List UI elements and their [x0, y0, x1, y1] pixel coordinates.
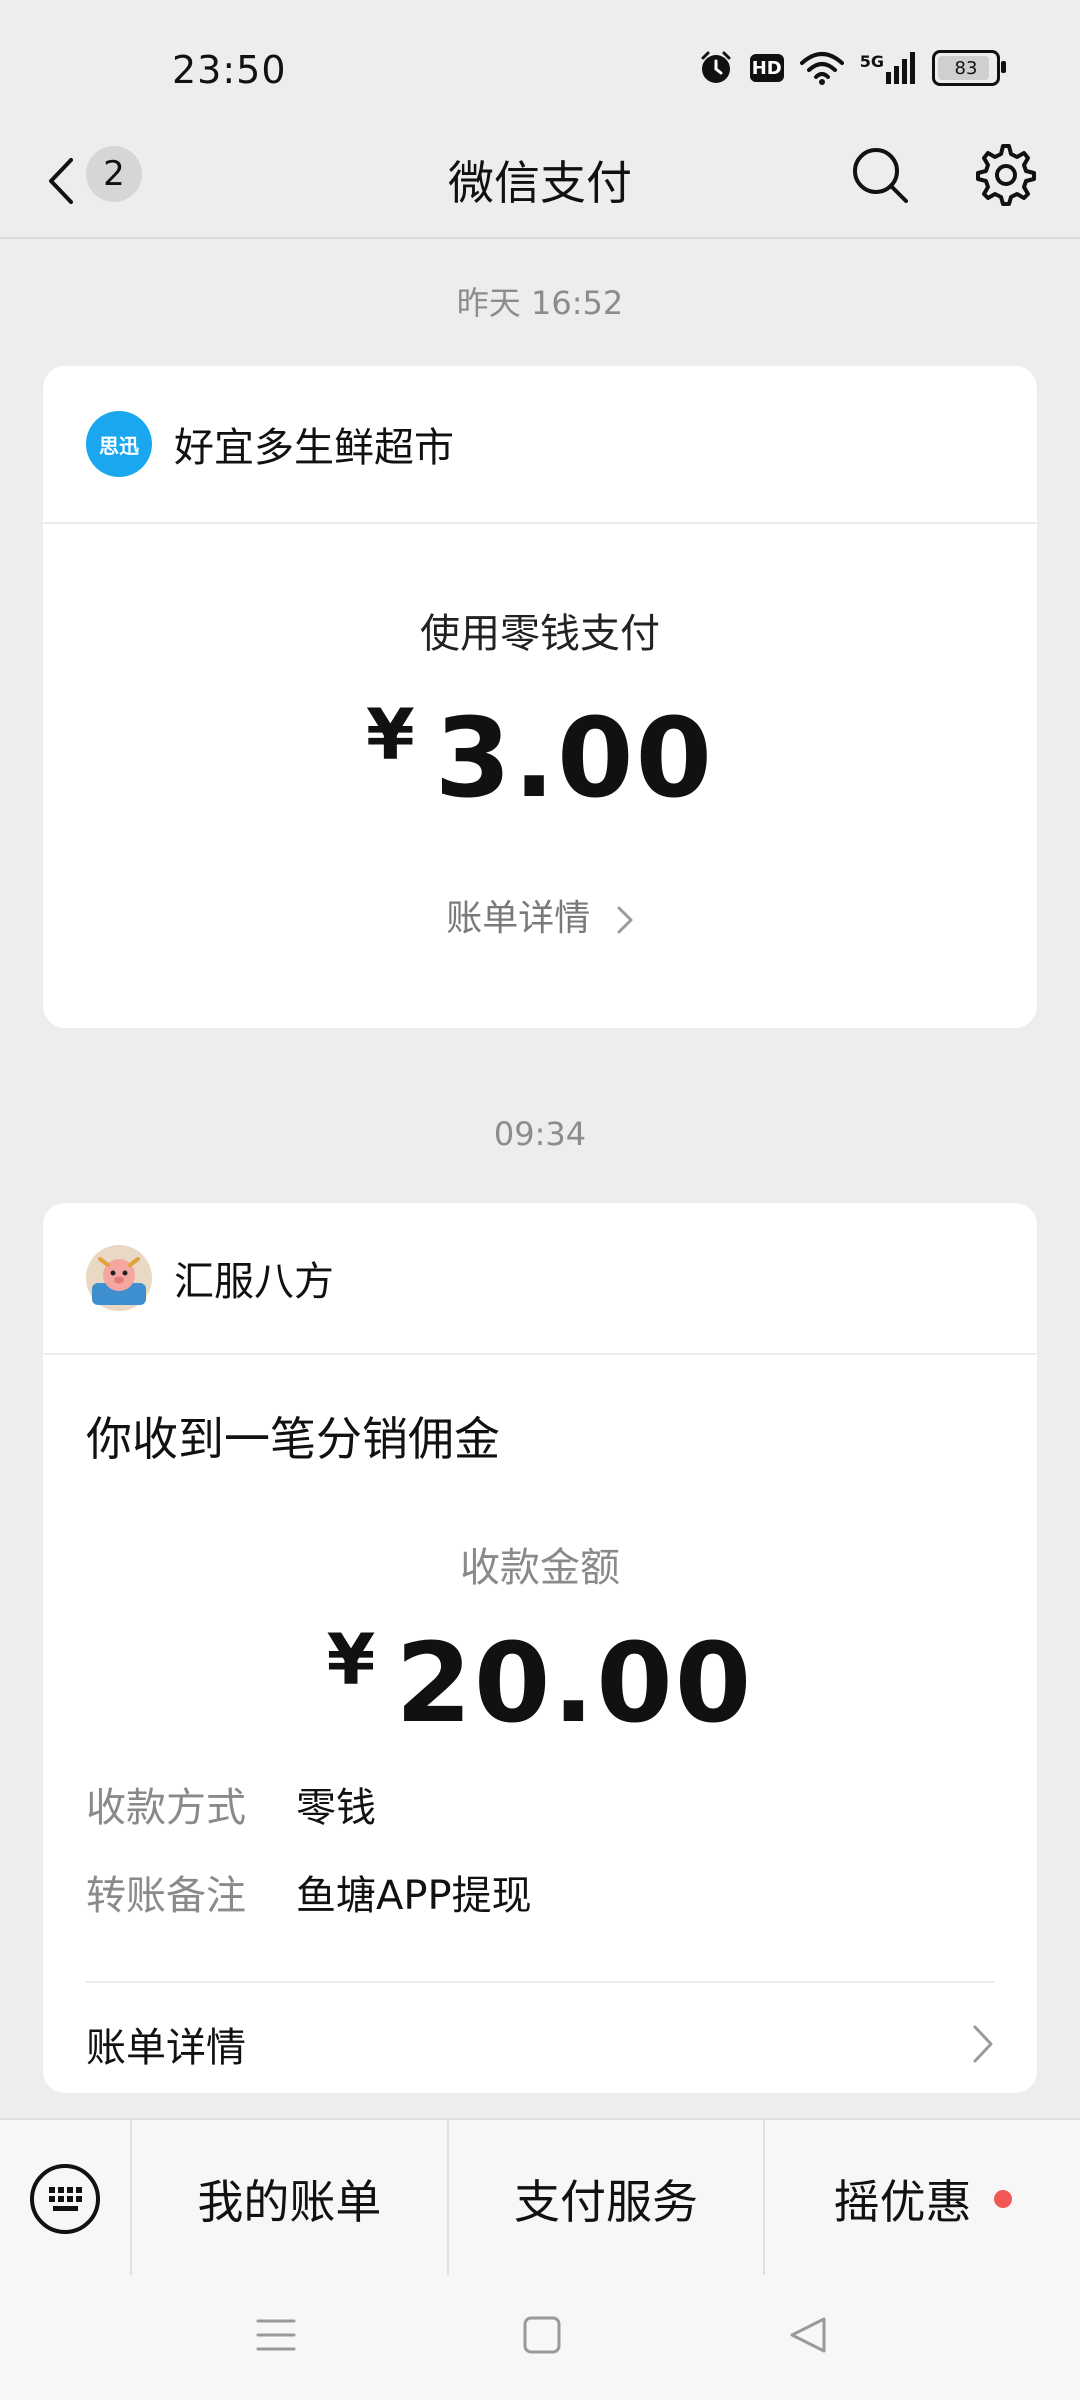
received-amount: ¥20.00: [43, 1619, 1037, 1747]
wifi-icon: [799, 51, 844, 85]
bill-detail-link[interactable]: 账单详情: [43, 889, 1037, 941]
page-title: 微信支付: [448, 156, 632, 210]
status-icons: HD 5G 83: [698, 50, 1006, 86]
search-button[interactable]: [848, 143, 912, 211]
gear-icon: [976, 144, 1036, 206]
nav-bar: 2 微信支付: [0, 125, 1080, 239]
commission-card[interactable]: 汇服八方 你收到一笔分销佣金 收款金额 ¥20.00 收款方式 零钱 转账备注 …: [43, 1203, 1037, 2093]
bottom-menu: 我的账单 支付服务 摇优惠: [0, 2118, 1080, 2277]
bill-detail-link[interactable]: 账单详情: [86, 2015, 994, 2073]
merchant-logo: 思迅: [86, 411, 152, 477]
keyboard-icon: [30, 2163, 100, 2234]
bill-detail-label: 账单详情: [86, 2025, 246, 2071]
card-header: 汇服八方: [43, 1203, 1037, 1355]
menu-label: 我的账单: [197, 2174, 382, 2229]
menu-label: 摇优惠: [833, 2174, 972, 2229]
detail-row-remark: 转账备注 鱼塘APP提现: [86, 1863, 532, 1921]
payment-card[interactable]: 思迅 好宜多生鲜超市 使用零钱支付 ¥3.00 账单详情: [43, 366, 1037, 1028]
back-triangle-icon: [790, 2317, 826, 2353]
settings-button[interactable]: [974, 143, 1038, 211]
card-body: 使用零钱支付 ¥3.00 账单详情: [43, 524, 1037, 1028]
search-icon: [853, 148, 908, 203]
menu-my-bills[interactable]: 我的账单: [132, 2120, 449, 2277]
receive-amount-label: 收款金额: [460, 1545, 620, 1591]
hd-icon: HD: [749, 54, 784, 82]
status-time: 23:50: [172, 48, 287, 92]
divider: [86, 1981, 994, 1983]
merchant-name: 好宜多生鲜超市: [174, 425, 454, 471]
amount-value: 20.00: [395, 1619, 754, 1747]
menu-payment-services[interactable]: 支付服务: [449, 2120, 766, 2277]
status-bar: 23:50 HD 5G 83: [0, 0, 1080, 140]
network-label: 5G: [859, 52, 884, 71]
bill-detail-label: 账单详情: [446, 898, 591, 939]
cartoon-avatar-icon: [86, 1245, 152, 1311]
signal-icon: 5G: [860, 52, 916, 84]
battery-text: 83: [954, 57, 978, 79]
card-body: 你收到一笔分销佣金 收款金额 ¥20.00 收款方式 零钱 转账备注 鱼塘APP…: [43, 1355, 1037, 2085]
merchant-avatar: [86, 1245, 152, 1311]
timestamp: 09:34: [493, 1115, 587, 1153]
detail-value: 零钱: [296, 1785, 376, 1831]
menu-icon: [256, 2319, 296, 2351]
system-nav-bar: [0, 2275, 1080, 2400]
amount-value: 3.00: [434, 694, 715, 822]
merchant-logo-text: 思迅: [99, 433, 139, 458]
home-square-icon: [523, 2316, 561, 2354]
merchant-name: 汇服八方: [174, 1259, 334, 1305]
system-menu-button[interactable]: [256, 2315, 296, 2359]
notice-title: 你收到一笔分销佣金: [86, 1412, 500, 1466]
payment-amount: ¥3.00: [43, 694, 1037, 822]
detail-value: 鱼塘APP提现: [296, 1873, 532, 1919]
timestamp: 昨天 16:52: [456, 284, 624, 322]
detail-key: 转账备注: [86, 1873, 246, 1919]
notification-dot: [993, 2189, 1012, 2208]
detail-key: 收款方式: [86, 1785, 246, 1831]
pay-method: 使用零钱支付: [420, 611, 660, 657]
system-home-button[interactable]: [522, 2315, 562, 2359]
currency-symbol: ¥: [365, 694, 415, 776]
chevron-right-icon: [617, 906, 633, 934]
battery-icon: 83: [932, 50, 1006, 86]
menu-shake-deals[interactable]: 摇优惠: [765, 2120, 1080, 2277]
detail-row-method: 收款方式 零钱: [86, 1775, 376, 1833]
card-header: 思迅 好宜多生鲜超市: [43, 366, 1037, 524]
keyboard-toggle-button[interactable]: [0, 2120, 132, 2277]
system-back-button[interactable]: [788, 2315, 828, 2359]
currency-symbol: ¥: [326, 1619, 376, 1701]
chevron-right-icon: [973, 2025, 993, 2063]
menu-label: 支付服务: [514, 2174, 698, 2229]
alarm-icon: [698, 50, 734, 86]
